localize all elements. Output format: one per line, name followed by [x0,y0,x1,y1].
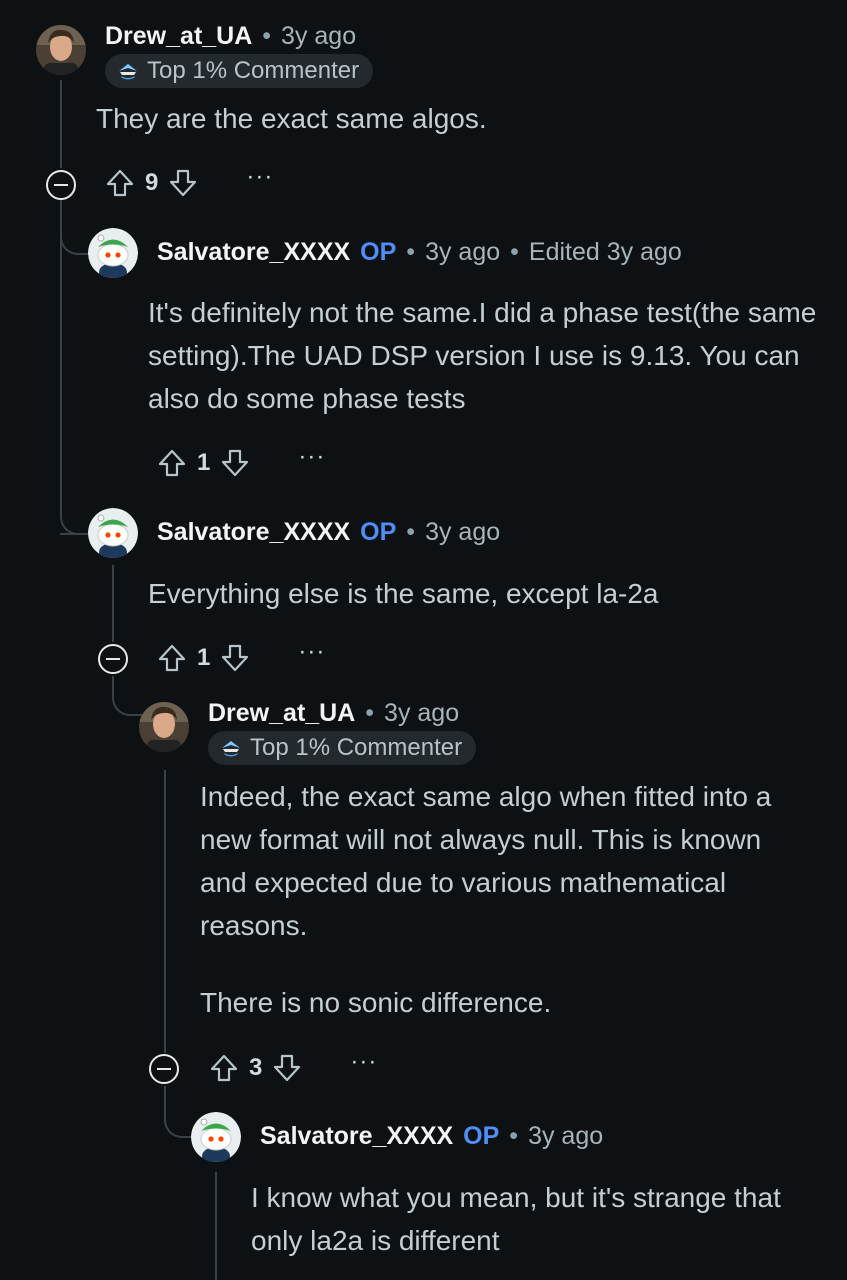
separator-dot: • [365,699,375,727]
collapse-button[interactable] [98,644,128,674]
comment-body: I know what you mean, but it's strange t… [251,1176,811,1262]
vote-count: 1 [197,449,211,476]
separator-dot: • [510,238,519,266]
username[interactable]: Salvatore_XXXX [157,238,350,267]
separator-dot: • [406,518,416,546]
more-options-button[interactable]: ··· [298,640,325,664]
comment-meta: Drew_at_UA • 3y ago [105,22,356,51]
thread-elbow [112,676,142,716]
vote-count: 3 [249,1054,263,1081]
username[interactable]: Salvatore_XXXX [260,1122,453,1151]
comment-text: It's definitely not the same.I did a pha… [148,297,817,414]
badge-label: Top 1% Commenter [147,57,360,84]
downvote-icon[interactable] [270,1051,304,1085]
top-commenter-badge-icon [119,64,137,80]
username[interactable]: Drew_at_UA [105,22,252,51]
separator-dot: • [406,238,416,266]
thread-line [60,80,62,168]
more-options-button[interactable]: ··· [350,1050,377,1074]
vote-bar: 3 ··· [207,1048,377,1088]
edited-label: Edited 3y ago [528,238,682,266]
username[interactable]: Salvatore_XXXX [157,518,350,547]
thread-elbow [60,456,92,535]
upvote-icon[interactable] [207,1051,241,1085]
downvote-icon[interactable] [218,641,252,675]
thread-line [164,770,166,1053]
upvote-icon[interactable] [103,166,137,200]
timestamp: 3y ago [425,238,501,266]
comment-text: Everything else is the same, except la-2… [148,578,659,609]
top-commenter-badge: Top 1% Commenter [208,731,477,765]
comment-body: They are the exact same algos. [96,97,816,140]
comment-body: Indeed, the exact same algo when fitted … [200,775,800,1024]
upvote-icon[interactable] [155,446,189,480]
thread-elbow [164,1086,194,1138]
separator-dot: • [262,22,272,50]
top-commenter-badge-icon [222,741,240,757]
comment-meta: Salvatore_XXXX OP • 3y ago [157,518,500,547]
vote-count: 1 [197,644,211,671]
downvote-icon[interactable] [166,166,200,200]
comment-meta: Salvatore_XXXX OP • 3y ago [260,1122,603,1151]
avatar[interactable] [36,25,86,75]
avatar[interactable] [88,508,138,558]
upvote-icon[interactable] [155,641,189,675]
op-badge: OP [360,518,397,546]
comment-text: I know what you mean, but it's strange t… [251,1182,781,1256]
comment-text: There is no sonic difference. [200,987,552,1018]
avatar[interactable] [139,702,189,752]
op-badge: OP [463,1122,500,1150]
separator-dot: • [509,1122,519,1150]
vote-bar: 9 ··· [103,163,273,203]
comment-body: Everything else is the same, except la-2… [148,572,823,615]
thread-line [112,565,114,642]
vote-bar: 1 ··· [155,638,325,678]
avatar[interactable] [88,228,138,278]
downvote-icon[interactable] [218,446,252,480]
comment-meta: Salvatore_XXXX OP • 3y ago • Edited 3y a… [157,238,682,267]
badge-label: Top 1% Commenter [250,734,463,761]
collapse-button[interactable] [46,170,76,200]
thread-elbow [60,205,92,255]
comment-body: It's definitely not the same.I did a pha… [148,291,823,420]
avatar[interactable] [191,1112,241,1162]
top-commenter-badge: Top 1% Commenter [105,54,374,88]
collapse-button[interactable] [149,1054,179,1084]
op-badge: OP [360,238,397,266]
timestamp: 3y ago [384,699,460,727]
timestamp: 3y ago [425,518,501,546]
vote-count: 9 [145,169,159,196]
more-options-button[interactable]: ··· [246,165,273,189]
more-options-button[interactable]: ··· [298,445,325,469]
comment-text: They are the exact same algos. [96,103,487,134]
vote-bar: 1 ··· [155,443,325,483]
username[interactable]: Drew_at_UA [208,699,355,728]
timestamp: 3y ago [281,22,357,50]
timestamp: 3y ago [528,1122,604,1150]
thread-line [215,1172,217,1280]
comment-text: Indeed, the exact same algo when fitted … [200,781,772,941]
comment-meta: Drew_at_UA • 3y ago [208,699,459,728]
